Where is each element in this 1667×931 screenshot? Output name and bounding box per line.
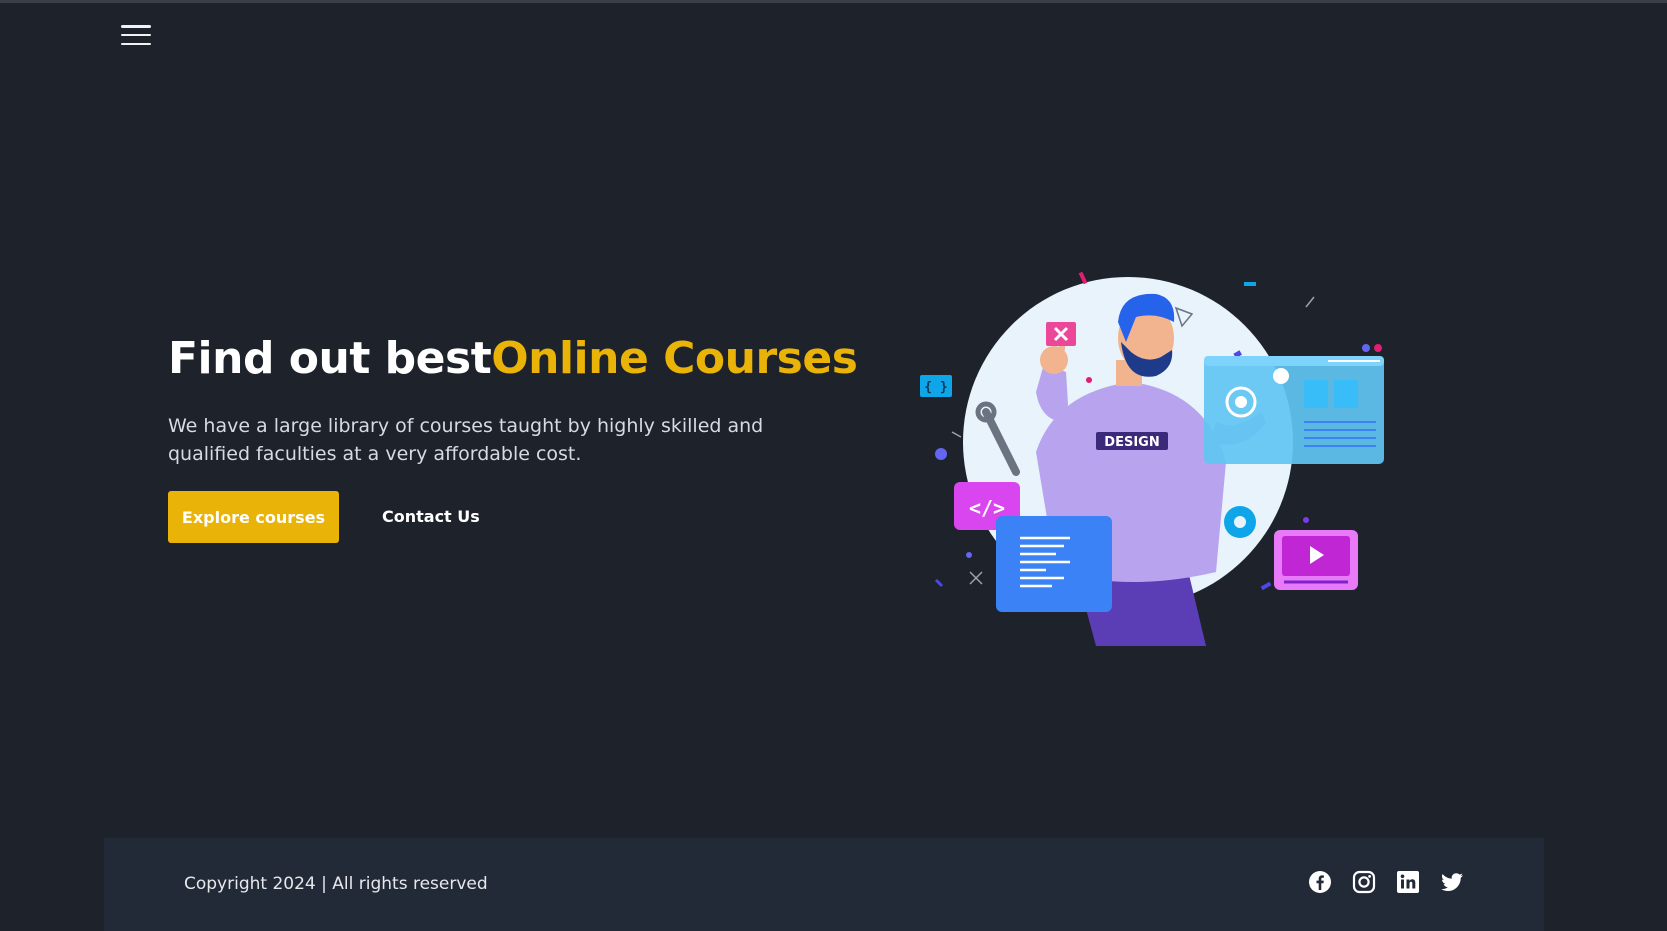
copyright-text: Copyright 2024 | All rights reserved [184, 874, 488, 894]
hero-title-accent: Online Courses [491, 333, 858, 384]
hero-title-plain: Find out best [168, 333, 492, 384]
social-links [1308, 870, 1464, 894]
top-border [0, 0, 1667, 3]
twitter-icon[interactable] [1440, 870, 1464, 894]
hero-title: Find out bestOnline Courses [168, 333, 858, 384]
svg-text:</>: </> [969, 496, 1005, 520]
hero-illustration: { } DESIGN </> [920, 272, 1384, 646]
svg-text:{ }: { } [924, 380, 947, 395]
footer: Copyright 2024 | All rights reserved [104, 838, 1544, 931]
hamburger-menu-icon[interactable] [121, 22, 151, 48]
linkedin-icon[interactable] [1396, 870, 1420, 894]
hero-description: We have a large library of courses taugh… [168, 415, 764, 465]
design-badge-text: DESIGN [1104, 435, 1159, 450]
contact-us-link[interactable]: Contact Us [368, 491, 494, 543]
facebook-icon[interactable] [1308, 870, 1332, 894]
explore-courses-button[interactable]: Explore courses [168, 491, 339, 543]
instagram-icon[interactable] [1352, 870, 1376, 894]
